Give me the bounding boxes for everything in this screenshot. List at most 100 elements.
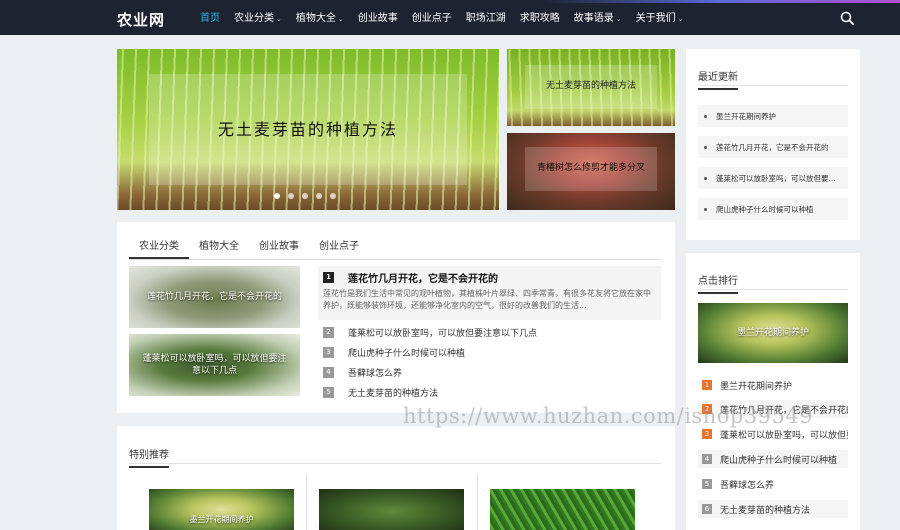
- special-thumb[interactable]: [490, 489, 635, 530]
- nav-item-label: 农业分类: [234, 13, 274, 24]
- list-item[interactable]: 5 无土麦芽苗的种植方法: [323, 384, 438, 400]
- slider-dot[interactable]: [288, 193, 294, 199]
- recent-item[interactable]: 墨兰开花期间养护: [698, 105, 848, 127]
- category-thumb[interactable]: 蓬莱松可以放卧室吗，可以放但要注意以下几点: [129, 334, 300, 396]
- chevron-down-icon: ⌄: [615, 15, 622, 23]
- nav-item-label: 创业故事: [357, 13, 398, 24]
- nav-item-label: 故事语录: [573, 13, 614, 24]
- recent-item-title: 蓬莱松可以放卧室吗，可以放但要...: [716, 173, 836, 183]
- list-item[interactable]: 2 蓬莱松可以放卧室吗，可以放但要注意以下几点: [323, 324, 537, 340]
- rank-item[interactable]: 6 无土麦芽苗的种植方法: [698, 500, 848, 518]
- main-slide-caption[interactable]: 无土麦芽苗的种植方法: [149, 74, 467, 185]
- ranking-thumb[interactable]: 墨兰开花期间养护: [698, 303, 848, 363]
- tab-plants[interactable]: 植物大全: [189, 235, 249, 259]
- rank-item-title: 墨兰开花期间养护: [720, 381, 793, 392]
- recent-divider: [698, 85, 848, 86]
- main-menu: 首页 农业分类 ⌄ 植物大全 ⌄ 创业故事 创业点子 职场江湖 求职攻略 故事语录 ⌄…: [200, 3, 698, 35]
- rank-number: 4: [702, 454, 712, 464]
- rank-item-title: 无土麦芽苗的种植方法: [720, 505, 811, 516]
- rank-item-title: 蓬莱松可以放卧室吗，可以放但要注意以下几点: [720, 430, 848, 441]
- recent-item-title: 墨兰开花期间养护: [716, 111, 776, 121]
- search-icon[interactable]: [840, 11, 854, 25]
- nav-item-startup-stories[interactable]: 创业故事: [358, 3, 398, 35]
- slider-dot[interactable]: [330, 193, 336, 199]
- rank-item-title: 莲花竹几月开花，它是不会开花的: [720, 405, 848, 416]
- list-item-title: 蓬莱松可以放卧室吗，可以放但要注意以下几点: [348, 328, 538, 339]
- rank-number: 3: [702, 429, 712, 439]
- tab-startup-stories[interactable]: 创业故事: [249, 235, 309, 259]
- recent-item-title: 莲花竹几月开花，它是不会开花的: [716, 142, 829, 152]
- slider-dot[interactable]: [302, 193, 308, 199]
- recent-title: 最近更新: [698, 68, 738, 90]
- rank-number: 6: [702, 504, 712, 514]
- nav-item-home[interactable]: 首页: [200, 3, 220, 35]
- site-logo[interactable]: 农业网: [117, 9, 165, 30]
- chevron-down-icon: ⌄: [677, 15, 684, 23]
- nav-item-workplace[interactable]: 职场江湖: [466, 3, 506, 35]
- list-item-title: 无土麦芽苗的种植方法: [348, 388, 439, 399]
- top-navbar: 农业网 首页 农业分类 ⌄ 植物大全 ⌄ 创业故事 创业点子 职场江湖 求职攻略 故…: [0, 3, 900, 35]
- rank-number: 4: [323, 366, 334, 378]
- tab-startup-ideas[interactable]: 创业点子: [309, 235, 369, 259]
- rank-number: 2: [702, 404, 712, 414]
- nav-item-label: 关于我们: [635, 13, 676, 24]
- bullet-icon: [704, 145, 707, 149]
- side-slide-caption[interactable]: 青椿树怎么修剪才能多分叉: [525, 147, 657, 191]
- slider-dot[interactable]: [316, 193, 322, 199]
- chevron-down-icon: ⌄: [276, 15, 282, 23]
- rank-item[interactable]: 2 莲花竹几月开花，它是不会开花的: [698, 400, 848, 418]
- side-slide-image[interactable]: 青椿树怎么修剪才能多分叉: [507, 133, 675, 210]
- slider-dot[interactable]: [274, 193, 280, 199]
- side-slide-image[interactable]: 无土麦芽苗的种植方法: [507, 49, 675, 126]
- rank-number: 1: [323, 272, 334, 283]
- featured-title[interactable]: 1 莲花竹几月开花，它是不会开花的: [323, 270, 498, 285]
- rank-item-title: 爬山虎种子什么时候可以种植: [720, 455, 838, 466]
- featured-desc: 莲花竹是我们生活中常见的观叶植物，其植株叶片翠绿、四季常青，有很多花友将它放在家…: [323, 289, 651, 310]
- featured-article[interactable]: 1 莲花竹几月开花，它是不会开花的 莲花竹是我们生活中常见的观叶植物，其植株叶片翠…: [318, 266, 661, 320]
- column-divider: [306, 476, 307, 530]
- recent-item[interactable]: 莲花竹几月开花，它是不会开花的: [698, 136, 848, 158]
- chevron-down-icon: ⌄: [337, 15, 344, 23]
- list-item-title: 爬山虎种子什么时候可以种植: [348, 348, 466, 359]
- featured-title-text: 莲花竹几月开花，它是不会开花的: [348, 274, 498, 285]
- rank-number: 5: [323, 386, 334, 398]
- nav-item-label: 创业点子: [411, 13, 452, 24]
- rank-item[interactable]: 5 吾藓球怎么养: [698, 475, 848, 493]
- recent-item[interactable]: 蓬莱松可以放卧室吗，可以放但要...: [698, 167, 848, 189]
- thumb-caption[interactable]: 莲花竹几月开花，它是不会开花的: [129, 266, 300, 328]
- nav-item-label: 植物大全: [295, 13, 336, 24]
- bullet-icon: [704, 207, 707, 211]
- nav-item-quotes[interactable]: 故事语录 ⌄: [574, 3, 622, 35]
- nav-item-about[interactable]: 关于我们 ⌄: [636, 3, 684, 35]
- thumb-caption[interactable]: 蓬莱松可以放卧室吗，可以放但要注意以下几点: [129, 334, 300, 396]
- tab-agri-category[interactable]: 农业分类: [129, 235, 189, 259]
- rank-item[interactable]: 4 爬山虎种子什么时候可以种植: [698, 450, 848, 468]
- rank-number: 3: [323, 346, 334, 358]
- rank-item[interactable]: 3 蓬莱松可以放卧室吗，可以放但要注意以下几点: [698, 425, 848, 443]
- nav-item-agri-category[interactable]: 农业分类 ⌄: [234, 3, 282, 35]
- nav-item-plants[interactable]: 植物大全 ⌄: [296, 3, 344, 35]
- special-thumb[interactable]: 墨兰开花期间养护: [149, 489, 294, 530]
- tab-divider: [129, 259, 661, 260]
- main-slide-image[interactable]: 无土麦芽苗的种植方法: [117, 49, 499, 210]
- special-thumb[interactable]: [319, 489, 464, 530]
- bullet-icon: [704, 114, 707, 118]
- nav-item-job-tips[interactable]: 求职攻略: [520, 3, 560, 35]
- thumb-caption[interactable]: 墨兰开花期间养护: [149, 505, 294, 530]
- special-divider: [129, 463, 661, 464]
- nav-item-label: 求职攻略: [519, 13, 560, 24]
- thumb-caption[interactable]: 墨兰开花期间养护: [698, 317, 848, 349]
- ranking-title: 点击排行: [698, 272, 738, 294]
- category-thumb[interactable]: 莲花竹几月开花，它是不会开花的: [129, 266, 300, 328]
- special-title: 特别推荐: [129, 446, 169, 468]
- nav-item-startup-ideas[interactable]: 创业点子: [412, 3, 452, 35]
- rank-number: 2: [323, 326, 334, 338]
- side-slide-caption[interactable]: 无土麦芽苗的种植方法: [525, 65, 657, 109]
- rank-item[interactable]: 1 墨兰开花期间养护: [698, 376, 848, 394]
- bullet-icon: [704, 176, 707, 180]
- list-item-title: 吾藓球怎么养: [348, 368, 403, 379]
- rank-number: 1: [702, 380, 712, 390]
- recent-item[interactable]: 爬山虎种子什么时候可以种植: [698, 198, 848, 220]
- list-item[interactable]: 4 吾藓球怎么养: [323, 364, 402, 380]
- list-item[interactable]: 3 爬山虎种子什么时候可以种植: [323, 344, 465, 360]
